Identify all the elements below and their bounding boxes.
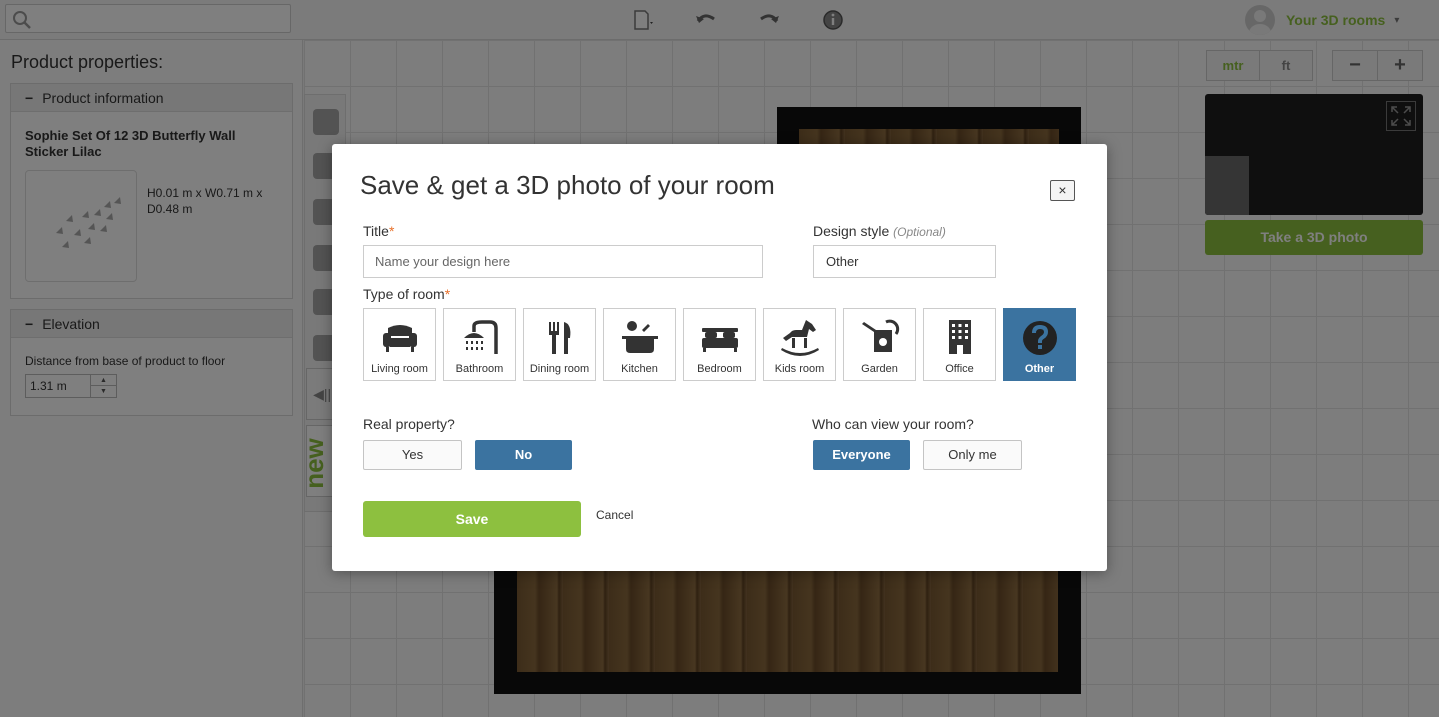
room-type-garden[interactable]: Garden bbox=[843, 308, 916, 381]
title-label: Title* bbox=[363, 223, 394, 239]
cancel-link[interactable]: Cancel bbox=[596, 508, 633, 522]
room-type-living-room[interactable]: Living room bbox=[363, 308, 436, 381]
question-icon bbox=[1023, 321, 1057, 355]
visibility-everyone-button[interactable]: Everyone bbox=[813, 440, 910, 470]
title-label-text: Title bbox=[363, 223, 389, 239]
room-type-other[interactable]: Other bbox=[1003, 308, 1076, 381]
building-icon bbox=[949, 320, 971, 354]
room-type-kitchen[interactable]: Kitchen bbox=[603, 308, 676, 381]
rocking-horse-icon bbox=[781, 320, 819, 356]
save-dialog: Save & get a 3D photo of your room × Tit… bbox=[332, 144, 1107, 571]
room-type-bedroom[interactable]: Bedroom bbox=[683, 308, 756, 381]
shower-icon bbox=[464, 320, 498, 354]
room-type-label: Other bbox=[1024, 363, 1055, 375]
design-style-label-text: Design style bbox=[813, 223, 890, 239]
fork-knife-icon bbox=[549, 322, 571, 354]
room-type-label: Bedroom bbox=[697, 363, 742, 375]
room-type-label: Type of room* bbox=[363, 286, 450, 302]
room-type-label: Bathroom bbox=[455, 363, 504, 375]
title-input[interactable] bbox=[363, 245, 763, 278]
room-type-label: Garden bbox=[861, 363, 898, 375]
real-property-yes-button[interactable]: Yes bbox=[363, 440, 462, 470]
room-type-label-text: Type of room bbox=[363, 286, 445, 302]
required-mark: * bbox=[388, 223, 395, 239]
design-style-label: Design style (Optional) bbox=[813, 223, 946, 239]
optional-note: (Optional) bbox=[893, 225, 946, 239]
room-type-bathroom[interactable]: Bathroom bbox=[443, 308, 516, 381]
pot-icon bbox=[622, 321, 658, 353]
who-can-view-label: Who can view your room? bbox=[812, 416, 974, 432]
room-type-label: Office bbox=[945, 363, 974, 375]
save-button[interactable]: Save bbox=[363, 501, 581, 537]
bed-icon bbox=[702, 328, 738, 352]
close-button[interactable]: × bbox=[1050, 180, 1075, 201]
armchair-icon bbox=[383, 325, 417, 352]
room-type-office[interactable]: Office bbox=[923, 308, 996, 381]
design-style-select[interactable]: Other bbox=[813, 245, 996, 278]
room-type-kids-room[interactable]: Kids room bbox=[763, 308, 836, 381]
watering-can-icon bbox=[862, 319, 900, 352]
room-type-dining-room[interactable]: Dining room bbox=[523, 308, 596, 381]
dialog-title: Save & get a 3D photo of your room bbox=[360, 170, 775, 200]
room-type-label: Living room bbox=[371, 363, 428, 375]
required-mark: * bbox=[444, 286, 451, 302]
room-type-label: Kids room bbox=[774, 363, 825, 375]
real-property-label: Real property? bbox=[363, 416, 455, 432]
real-property-no-button[interactable]: No bbox=[475, 440, 572, 470]
room-type-label: Dining room bbox=[529, 363, 590, 375]
room-type-label: Kitchen bbox=[621, 363, 658, 375]
visibility-only-me-button[interactable]: Only me bbox=[923, 440, 1022, 470]
